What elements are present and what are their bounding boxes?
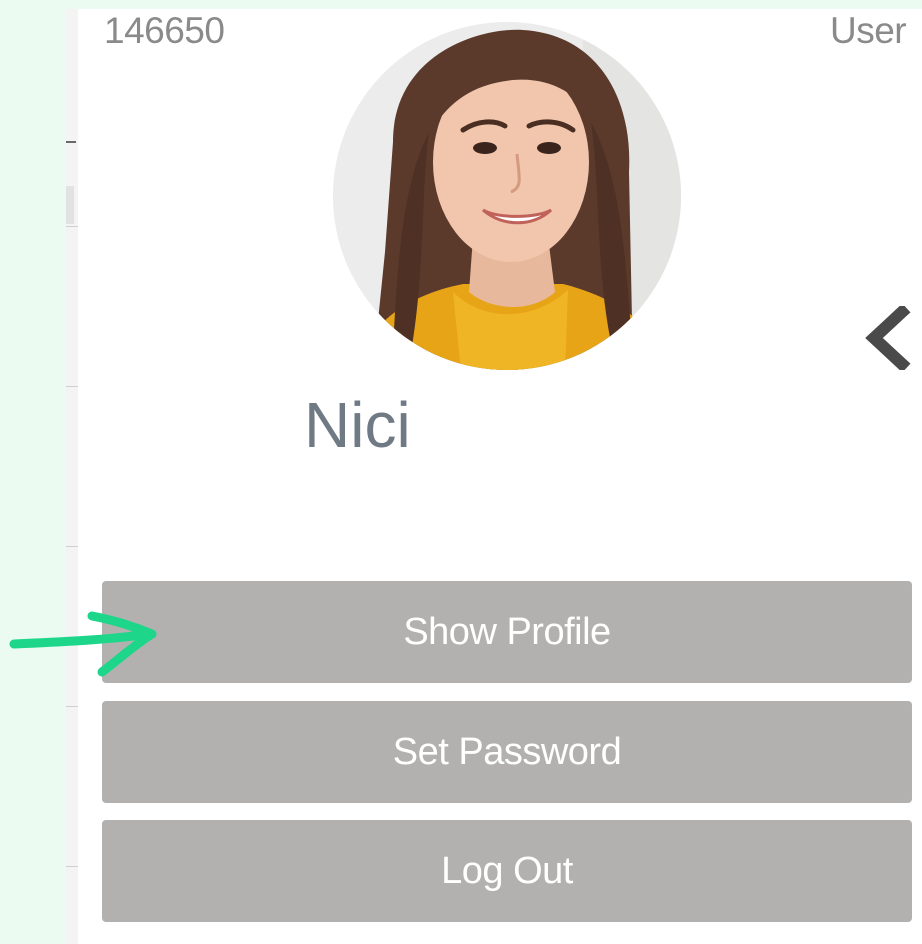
- chevron-left-icon: [865, 303, 911, 373]
- show-profile-button[interactable]: Show Profile: [102, 581, 912, 683]
- sidebar-edge-mark: [66, 141, 76, 143]
- user-name: Nici: [304, 389, 411, 461]
- sidebar-edge-divider: [66, 706, 78, 707]
- set-password-button[interactable]: Set Password: [102, 701, 912, 803]
- sidebar-edge: [66, 9, 78, 944]
- user-label: User: [830, 10, 907, 51]
- sidebar-edge-divider: [66, 866, 78, 867]
- avatar: [333, 22, 681, 370]
- sidebar-edge-divider: [66, 226, 78, 227]
- user-photo-icon: [333, 22, 681, 370]
- arrow-right-icon: [9, 611, 157, 677]
- sidebar-edge-divider: [66, 546, 78, 547]
- collapse-panel-button[interactable]: [862, 303, 912, 373]
- user-id: 146650: [104, 10, 225, 51]
- sidebar-edge-divider: [66, 386, 78, 387]
- sidebar-edge-block: [66, 186, 74, 224]
- screen: 146650 User Nici Show Profile Set Passwo…: [0, 0, 922, 944]
- log-out-button[interactable]: Log Out: [102, 820, 912, 922]
